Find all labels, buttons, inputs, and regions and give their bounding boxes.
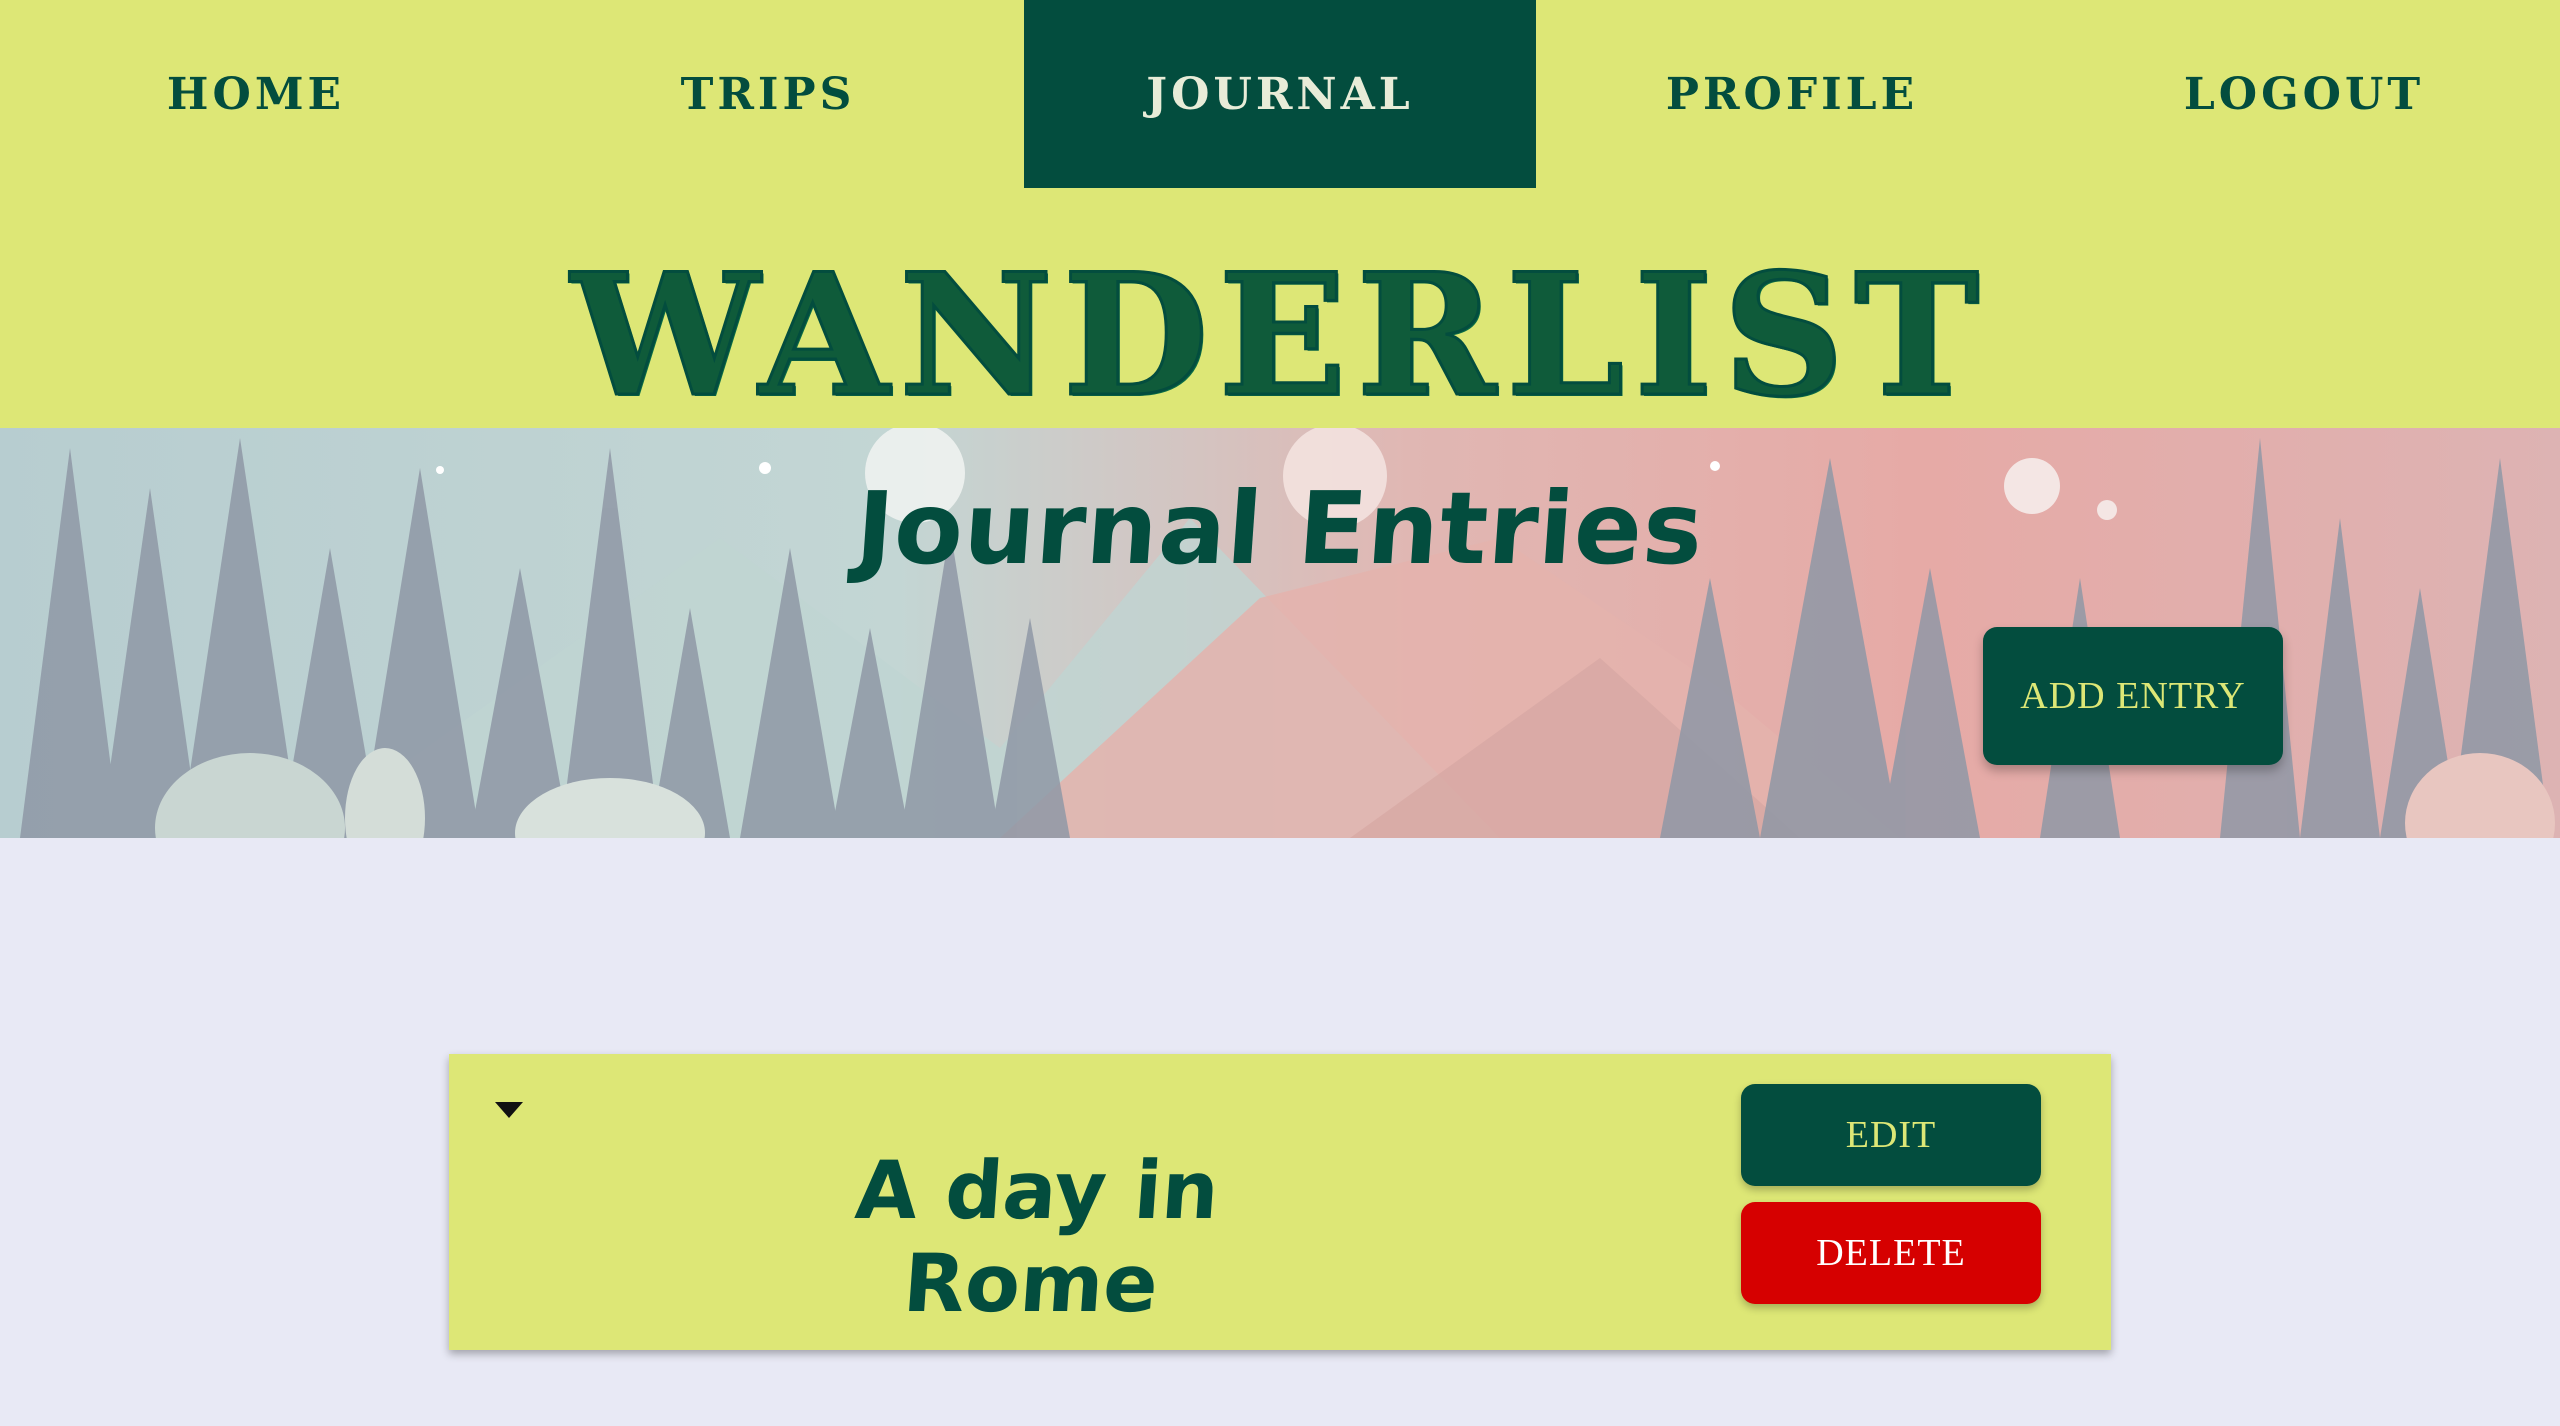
triangle-down-icon[interactable] [493,1100,525,1122]
entry-title: A day in Rome [852,1144,1222,1330]
brand-logo-text: WANDERLIST [569,236,1990,434]
delete-button[interactable]: DELETE [1741,1202,2041,1304]
nav-journal[interactable]: JOURNAL [1024,0,1536,188]
nav-logout[interactable]: LOGOUT [2048,0,2560,188]
edit-button[interactable]: EDIT [1741,1084,2041,1186]
journal-entry-card: A day in Rome EDIT DELETE [449,1054,2111,1350]
header: HOME TRIPS JOURNAL PROFILE LOGOUT WANDER… [0,0,2560,428]
nav-home[interactable]: HOME [0,0,512,188]
main-nav: HOME TRIPS JOURNAL PROFILE LOGOUT [0,0,2560,188]
page-title: Journal Entries [852,470,1708,587]
add-entry-button[interactable]: ADD ENTRY [1983,627,2283,765]
hero-banner: Journal Entries ADD ENTRY [0,428,2560,838]
nav-trips[interactable]: TRIPS [512,0,1024,188]
nav-profile[interactable]: PROFILE [1536,0,2048,188]
